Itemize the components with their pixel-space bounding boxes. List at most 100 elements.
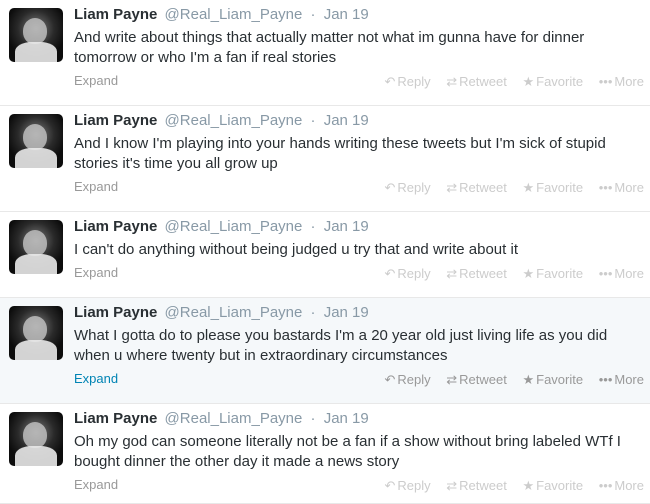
retweet-icon: ⇄: [446, 180, 458, 195]
expand-link[interactable]: Expand: [74, 477, 118, 492]
star-icon: ★: [522, 266, 535, 281]
retweet-button[interactable]: ⇄ Retweet: [446, 180, 507, 196]
more-dots-icon: •••: [598, 74, 613, 89]
reply-button[interactable]: ↶ Reply: [384, 478, 430, 494]
tweet-date[interactable]: Jan 19: [324, 410, 369, 427]
user-handle[interactable]: @Real_Liam_Payne: [165, 112, 303, 129]
retweet-label: Retweet: [459, 372, 507, 387]
reply-button[interactable]: ↶ Reply: [384, 372, 430, 388]
retweet-icon: ⇄: [446, 372, 458, 387]
tweet-actions: ↶ Reply ⇄ Retweet ★ Favorite ••• More: [372, 180, 644, 196]
favorite-label: Favorite: [536, 266, 584, 281]
expand-link[interactable]: Expand: [74, 179, 118, 194]
avatar[interactable]: [9, 412, 63, 466]
tweet-date[interactable]: Jan 19: [324, 112, 369, 129]
retweet-icon: ⇄: [446, 266, 458, 281]
favorite-label: Favorite: [536, 74, 584, 89]
retweet-button[interactable]: ⇄ Retweet: [446, 74, 507, 90]
expand-link[interactable]: Expand: [74, 265, 118, 280]
avatar[interactable]: [9, 306, 63, 360]
expand-link[interactable]: Expand: [74, 73, 118, 88]
separator-dot: ·: [310, 112, 316, 129]
expand-link[interactable]: Expand: [74, 371, 118, 386]
tweet-text: What I gotta do to please you bastards I…: [74, 327, 608, 364]
more-dots-icon: •••: [598, 266, 613, 281]
retweet-icon: ⇄: [446, 478, 458, 493]
tweet-header: Liam Payne @Real_Liam_Payne · Jan 19: [74, 218, 369, 235]
tweet-text: And I know I'm playing into your hands w…: [74, 135, 606, 172]
favorite-label: Favorite: [536, 372, 584, 387]
more-button[interactable]: ••• More: [599, 478, 644, 493]
reply-icon: ↶: [384, 74, 396, 89]
more-button[interactable]: ••• More: [599, 372, 644, 387]
user-name[interactable]: Liam Payne: [74, 218, 157, 235]
reply-label: Reply: [397, 478, 431, 493]
tweet-actions: ↶ Reply ⇄ Retweet ★ Favorite ••• More: [372, 478, 644, 494]
user-name[interactable]: Liam Payne: [74, 6, 157, 23]
user-handle[interactable]: @Real_Liam_Payne: [165, 218, 303, 235]
avatar[interactable]: [9, 220, 63, 274]
tweet-timeline: Liam Payne @Real_Liam_Payne · Jan 19 And…: [0, 0, 650, 504]
reply-button[interactable]: ↶ Reply: [384, 74, 430, 90]
retweet-icon: ⇄: [446, 74, 458, 89]
reply-label: Reply: [397, 372, 431, 387]
reply-button[interactable]: ↶ Reply: [384, 180, 430, 196]
favorite-label: Favorite: [536, 478, 584, 493]
favorite-label: Favorite: [536, 180, 584, 195]
tweet-header: Liam Payne @Real_Liam_Payne · Jan 19: [74, 6, 369, 23]
retweet-button[interactable]: ⇄ Retweet: [446, 372, 507, 388]
favorite-button[interactable]: ★ Favorite: [522, 478, 583, 494]
tweet-date[interactable]: Jan 19: [324, 6, 369, 23]
more-dots-icon: •••: [598, 372, 613, 387]
tweet[interactable]: Liam Payne @Real_Liam_Payne · Jan 19 I c…: [0, 212, 650, 298]
more-dots-icon: •••: [598, 180, 613, 195]
more-label: More: [614, 372, 644, 387]
avatar[interactable]: [9, 114, 63, 168]
favorite-button[interactable]: ★ Favorite: [522, 266, 583, 282]
tweet[interactable]: Liam Payne @Real_Liam_Payne · Jan 19 Oh …: [0, 404, 650, 504]
tweet[interactable]: Liam Payne @Real_Liam_Payne · Jan 19 Wha…: [0, 298, 650, 404]
separator-dot: ·: [310, 6, 316, 23]
more-button[interactable]: ••• More: [599, 180, 644, 195]
more-button[interactable]: ••• More: [599, 266, 644, 281]
reply-icon: ↶: [384, 372, 396, 387]
more-label: More: [614, 478, 644, 493]
more-button[interactable]: ••• More: [599, 74, 644, 89]
reply-icon: ↶: [384, 266, 396, 281]
tweet-text: I can't do anything without being judged…: [74, 241, 518, 258]
user-handle[interactable]: @Real_Liam_Payne: [165, 410, 303, 427]
tweet[interactable]: Liam Payne @Real_Liam_Payne · Jan 19 And…: [0, 0, 650, 106]
reply-icon: ↶: [384, 478, 396, 493]
avatar[interactable]: [9, 8, 63, 62]
user-handle[interactable]: @Real_Liam_Payne: [165, 6, 303, 23]
user-name[interactable]: Liam Payne: [74, 112, 157, 129]
star-icon: ★: [522, 372, 535, 387]
favorite-button[interactable]: ★ Favorite: [522, 180, 583, 196]
retweet-button[interactable]: ⇄ Retweet: [446, 266, 507, 282]
user-name[interactable]: Liam Payne: [74, 304, 157, 321]
star-icon: ★: [522, 478, 535, 493]
retweet-button[interactable]: ⇄ Retweet: [446, 478, 507, 494]
tweet-text: Oh my god can someone literally not be a…: [74, 433, 621, 470]
tweet-date[interactable]: Jan 19: [324, 218, 369, 235]
reply-button[interactable]: ↶ Reply: [384, 266, 430, 282]
favorite-button[interactable]: ★ Favorite: [522, 372, 583, 388]
more-label: More: [614, 266, 644, 281]
tweet-actions: ↶ Reply ⇄ Retweet ★ Favorite ••• More: [372, 74, 644, 90]
separator-dot: ·: [310, 304, 316, 321]
star-icon: ★: [522, 180, 535, 195]
user-name[interactable]: Liam Payne: [74, 410, 157, 427]
tweet-text: And write about things that actually mat…: [74, 29, 585, 66]
more-label: More: [614, 180, 644, 195]
tweet[interactable]: Liam Payne @Real_Liam_Payne · Jan 19 And…: [0, 106, 650, 212]
reply-icon: ↶: [384, 180, 396, 195]
favorite-button[interactable]: ★ Favorite: [522, 74, 583, 90]
star-icon: ★: [522, 74, 535, 89]
tweet-date[interactable]: Jan 19: [324, 304, 369, 321]
user-handle[interactable]: @Real_Liam_Payne: [165, 304, 303, 321]
tweet-header: Liam Payne @Real_Liam_Payne · Jan 19: [74, 410, 369, 427]
reply-label: Reply: [397, 180, 431, 195]
more-dots-icon: •••: [598, 478, 613, 493]
separator-dot: ·: [310, 218, 316, 235]
reply-label: Reply: [397, 74, 431, 89]
